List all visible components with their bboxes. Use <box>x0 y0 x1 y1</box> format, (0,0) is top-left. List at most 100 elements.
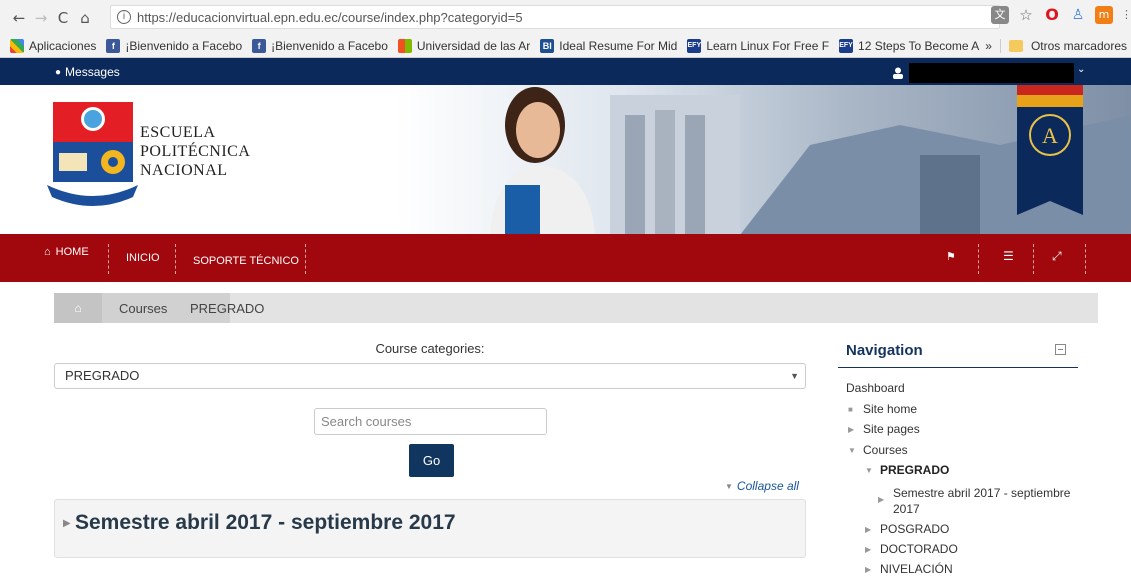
bookmark-facebook-1[interactable]: f ¡Bienvenido a Facebo <box>106 39 242 53</box>
extension-icon[interactable]: m <box>1095 6 1113 24</box>
address-bar[interactable]: i https://educacionvirtual.epn.edu.ec/co… <box>110 5 1000 29</box>
divider <box>175 244 176 274</box>
category-select-value: PREGRADO <box>65 368 140 383</box>
divider <box>305 244 306 274</box>
nav-pregrado-label: PREGRADO <box>880 463 950 477</box>
menu-soporte[interactable]: SOPORTE TÉCNICO <box>193 255 299 267</box>
user-extension-icon[interactable]: ♙ <box>1069 6 1087 24</box>
collapse-all-label: Collapse all <box>736 479 799 493</box>
navigation-title: Navigation <box>846 342 923 359</box>
flag-icon[interactable]: ⚑ <box>946 250 956 263</box>
breadcrumb-home[interactable]: ⌂ <box>54 293 102 323</box>
nav-semestre[interactable]: ▶ Semestre abril 2017 - septiembre 2017 <box>878 485 1073 517</box>
divider <box>838 367 1078 368</box>
category-select[interactable]: PREGRADO ▼ <box>54 363 806 389</box>
menu-inicio[interactable]: INICIO <box>126 252 160 264</box>
go-button[interactable]: Go <box>409 444 454 477</box>
breadcrumb-separator <box>176 293 188 323</box>
efy-icon: EFY <box>687 39 702 53</box>
search-courses-input[interactable]: Search courses <box>314 408 547 435</box>
other-bookmarks[interactable]: Otros marcadores <box>1031 39 1127 53</box>
collapse-all-link[interactable]: ▼ Collapse all <box>725 479 799 493</box>
expand-icon: ▶ <box>63 518 71 529</box>
fullscreen-icon[interactable]: ⤢ <box>1052 249 1062 264</box>
menu-icon[interactable]: ⋮ <box>1121 6 1131 24</box>
redacted-username <box>909 63 1074 83</box>
opera-icon[interactable]: O <box>1043 6 1061 24</box>
header-banner: ESCUELA POLITÉCNICA NACIONAL A <box>0 85 1131 235</box>
nav-semestre-label: Semestre abril 2017 - septiembre 2017 <box>893 485 1073 517</box>
nav-pregrado[interactable]: ▼ PREGRADO <box>865 463 949 477</box>
reload-icon[interactable]: C <box>52 9 74 27</box>
nav-posgrado-label: POSGRADO <box>880 522 950 536</box>
apps-grid-icon <box>10 39 24 53</box>
messages-label: Messages <box>65 65 120 79</box>
collapse-icon: ▼ <box>848 445 856 455</box>
expand-icon: ▶ <box>865 564 872 574</box>
info-icon[interactable]: i <box>117 10 131 24</box>
home-icon[interactable]: ⌂ <box>74 9 96 27</box>
bookmarks-right: » Otros marcadores <box>985 39 1127 53</box>
menu-soporte-label: SOPORTE TÉCNICO <box>193 255 299 267</box>
facebook-icon: f <box>252 39 267 53</box>
menu-home[interactable]: ⌂ HOME <box>44 246 89 258</box>
nav-semestre-line: 2017 <box>893 502 920 516</box>
back-icon[interactable]: ← <box>8 9 30 27</box>
bookmark-steps[interactable]: EFY 12 Steps To Become A <box>839 39 979 53</box>
chat-icon: ● <box>55 66 62 78</box>
browser-toolbar: ← → C ⌂ i https://educacionvirtual.epn.e… <box>0 0 1131 35</box>
nav-site-home-label: Site home <box>863 402 918 416</box>
nav-doctorado-label: DOCTORADO <box>880 542 958 556</box>
nav-nivelacion-label: NIVELACIÓN <box>880 562 953 576</box>
windows-icon <box>397 39 412 53</box>
logo-line: POLITÉCNICA <box>140 143 251 160</box>
bookmark-linux[interactable]: EFY Learn Linux For Free F <box>687 39 829 53</box>
messages-link[interactable]: ● Messages <box>55 65 120 79</box>
nav-site-pages[interactable]: ▶ Site pages <box>848 422 920 436</box>
minimize-block-icon[interactable] <box>1055 344 1066 355</box>
logo-line: NACIONAL <box>140 162 228 179</box>
user-menu[interactable] <box>893 63 1074 83</box>
more-bookmarks-button[interactable]: » <box>985 39 992 53</box>
breadcrumb-current: PREGRADO <box>190 301 265 316</box>
divider <box>978 244 979 274</box>
collapse-icon: ▼ <box>865 465 873 475</box>
bookmark-universidad[interactable]: Universidad de las Ar <box>397 39 530 53</box>
menu-inicio-label: INICIO <box>126 252 160 264</box>
institution-name: ESCUELA POLITÉCNICA NACIONAL <box>140 123 250 180</box>
extensions-area: 文 ☆ O ♙ m ⋮ <box>991 6 1131 24</box>
facebook-icon: f <box>106 39 121 53</box>
home-icon: ⌂ <box>74 301 82 315</box>
nav-doctorado[interactable]: ▶ DOCTORADO <box>865 542 958 556</box>
nav-site-home[interactable]: ■ Site home <box>848 402 917 416</box>
nav-courses[interactable]: ▼ Courses <box>848 443 908 457</box>
translate-icon[interactable]: 文 <box>991 6 1009 24</box>
accreditation-badge: A <box>1017 85 1083 215</box>
bookmark-facebook-2[interactable]: f ¡Bienvenido a Facebo <box>252 39 388 53</box>
bookmark-label: ¡Bienvenido a Facebo <box>125 39 243 53</box>
bookmark-label: 12 Steps To Become A <box>858 39 980 53</box>
nav-posgrado[interactable]: ▶ POSGRADO <box>865 522 949 536</box>
logo-line: ESCUELA <box>140 124 216 141</box>
list-toggle-icon[interactable]: ☰ <box>1003 249 1014 263</box>
bi-icon: BI <box>540 39 555 53</box>
home-icon: ⌂ <box>44 246 51 258</box>
nav-dashboard[interactable]: Dashboard <box>846 381 905 395</box>
categories-label: Course categories: <box>375 341 485 356</box>
nav-dashboard-label: Dashboard <box>846 381 905 395</box>
efy-icon: EFY <box>839 39 854 53</box>
forward-icon[interactable]: → <box>30 9 52 27</box>
bookmark-label: Learn Linux For Free F <box>706 39 830 53</box>
bookmark-apps[interactable]: Aplicaciones <box>10 39 96 53</box>
bookmark-resume[interactable]: BI Ideal Resume For Mid <box>540 39 677 53</box>
course-category-panel[interactable]: ▶ Semestre abril 2017 - septiembre 2017 <box>54 499 806 558</box>
url-text: https://educacionvirtual.epn.edu.ec/cour… <box>137 9 523 25</box>
nav-nivelacion[interactable]: ▶ NIVELACIÓN <box>865 562 953 576</box>
chevron-down-icon[interactable]: ⌄ <box>1077 64 1085 75</box>
expand-icon: ▶ <box>865 524 872 534</box>
expand-icon: ▶ <box>878 495 885 504</box>
epn-logo <box>47 102 138 206</box>
course-category-title[interactable]: Semestre abril 2017 - septiembre 2017 <box>75 511 456 535</box>
bookmark-label: Ideal Resume For Mid <box>559 39 678 53</box>
star-icon[interactable]: ☆ <box>1017 6 1035 24</box>
